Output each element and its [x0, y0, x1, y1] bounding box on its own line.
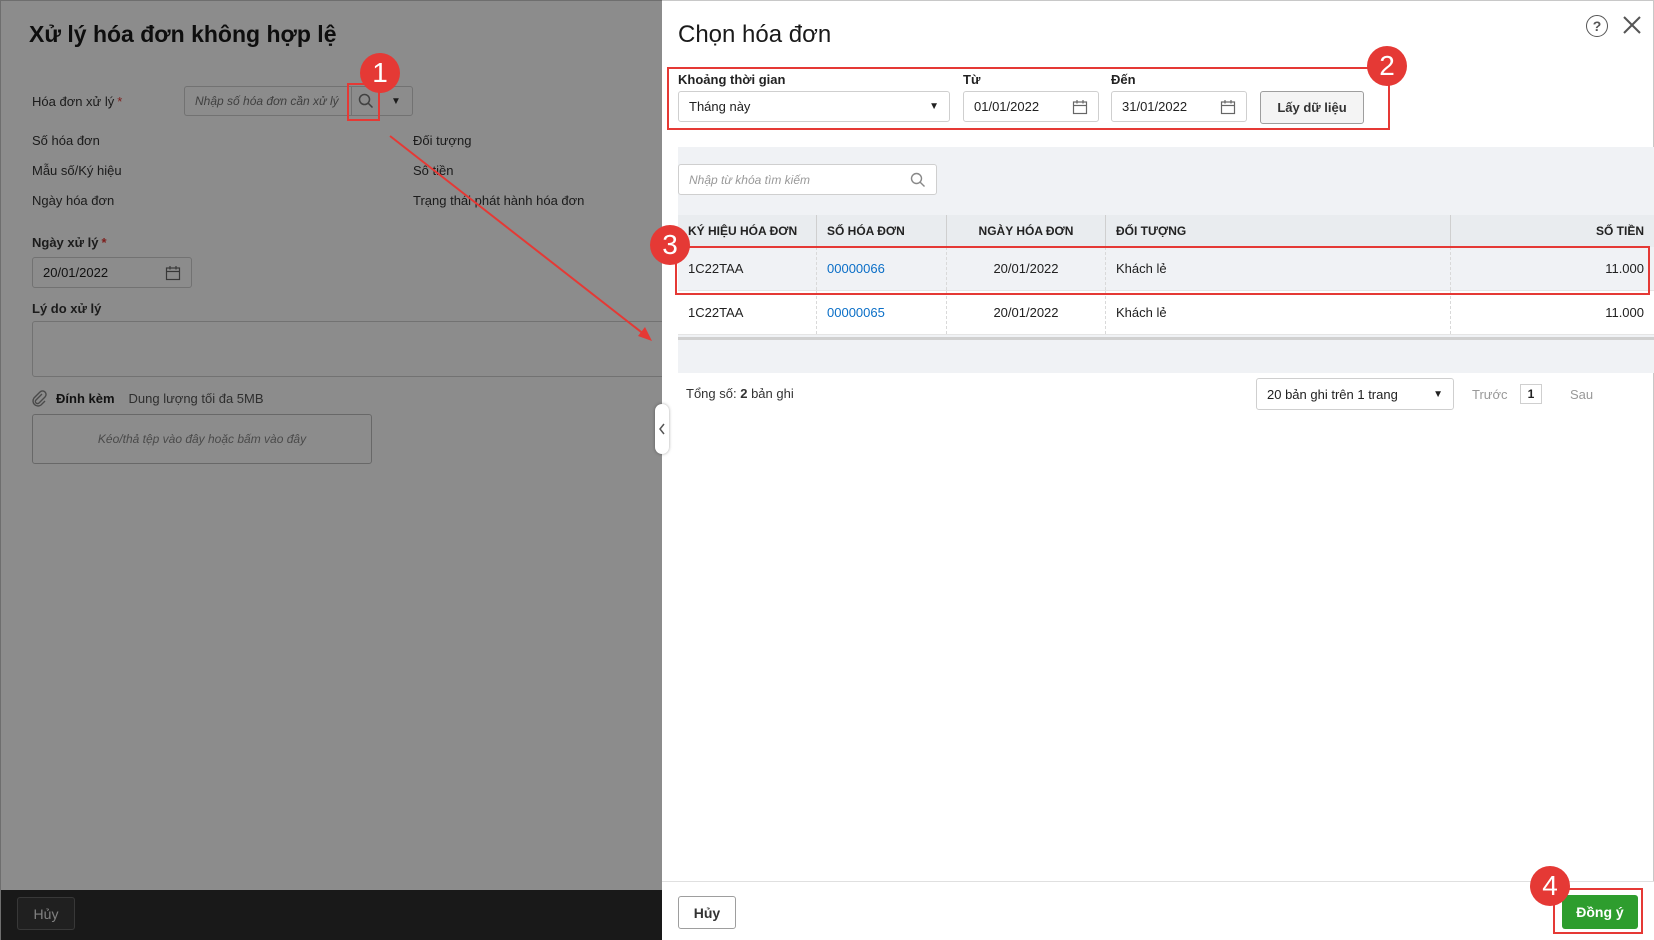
- total-records: Tổng số: 2 bản ghi: [686, 386, 794, 401]
- pager-next-button[interactable]: Sau: [1570, 387, 1593, 402]
- table-divider: [678, 337, 1654, 340]
- cell-symbol: 1C22TAA: [678, 291, 817, 334]
- table-row[interactable]: 1C22TAA 00000066 20/01/2022 Khách lẻ 11.…: [678, 247, 1654, 291]
- keyword-search-input[interactable]: Nhập từ khóa tìm kiếm: [678, 164, 937, 195]
- table-row[interactable]: 1C22TAA 00000065 20/01/2022 Khách lẻ 11.…: [678, 291, 1654, 335]
- column-header-symbol[interactable]: KÝ HIỆU HÓA ĐƠN: [678, 215, 817, 247]
- close-icon[interactable]: [1620, 13, 1644, 37]
- dialog-cancel-button[interactable]: Hủy: [678, 896, 736, 929]
- pager-current-page[interactable]: 1: [1520, 384, 1542, 404]
- dialog-footer: [662, 881, 1654, 940]
- to-label: Đến: [1111, 72, 1136, 87]
- period-label: Khoảng thời gian: [678, 72, 786, 87]
- fetch-data-button[interactable]: Lấy dữ liệu: [1260, 91, 1364, 124]
- dialog-ok-button[interactable]: Đồng ý: [1562, 895, 1638, 929]
- calendar-icon: [1072, 99, 1088, 114]
- search-icon: [910, 172, 925, 187]
- cell-customer: Khách lẻ: [1106, 291, 1451, 334]
- column-header-amount[interactable]: SỐ TIỀN: [1451, 215, 1654, 247]
- annotation-badge-2: 2: [1367, 46, 1407, 86]
- cell-invoice-number-link[interactable]: 00000066: [817, 247, 947, 290]
- modal-overlay[interactable]: [0, 0, 662, 940]
- from-date-field[interactable]: 01/01/2022: [963, 91, 1099, 122]
- to-date-field[interactable]: 31/01/2022: [1111, 91, 1247, 122]
- chevron-left-icon: [659, 423, 665, 435]
- help-icon[interactable]: ?: [1586, 15, 1608, 37]
- annotation-badge-4: 4: [1530, 866, 1570, 906]
- cell-amount: 11.000: [1605, 261, 1644, 276]
- column-header-number[interactable]: SỐ HÓA ĐƠN: [817, 215, 947, 247]
- select-invoice-dialog: Chọn hóa đơn ? Khoảng thời gian Tháng nà…: [662, 0, 1654, 940]
- collapse-panel-handle[interactable]: [655, 404, 669, 454]
- pager-prev-button[interactable]: Trước: [1472, 387, 1508, 402]
- cell-amount: 11.000: [1605, 305, 1644, 320]
- period-select[interactable]: Tháng này ▼: [678, 91, 950, 122]
- cell-symbol: 1C22TAA: [678, 247, 817, 290]
- page-size-select[interactable]: 20 bản ghi trên 1 trang ▼: [1256, 378, 1454, 410]
- cell-date: 20/01/2022: [947, 247, 1106, 290]
- caret-down-icon: ▼: [929, 101, 939, 112]
- from-label: Từ: [963, 72, 981, 87]
- cell-date: 20/01/2022: [947, 291, 1106, 334]
- annotation-badge-1: 1: [360, 53, 400, 93]
- cell-invoice-number-link[interactable]: 00000065: [817, 291, 947, 334]
- column-header-date[interactable]: NGÀY HÓA ĐƠN: [947, 215, 1106, 247]
- column-header-customer[interactable]: ĐỐI TƯỢNG: [1106, 215, 1451, 247]
- dialog-title: Chọn hóa đơn: [678, 21, 832, 48]
- annotation-badge-3: 3: [650, 225, 690, 265]
- caret-down-icon: ▼: [1433, 388, 1443, 400]
- calendar-icon: [1220, 99, 1236, 114]
- table-header: KÝ HIỆU HÓA ĐƠN SỐ HÓA ĐƠN NGÀY HÓA ĐƠN …: [678, 215, 1654, 247]
- invoice-table: KÝ HIỆU HÓA ĐƠN SỐ HÓA ĐƠN NGÀY HÓA ĐƠN …: [678, 215, 1654, 335]
- cell-customer: Khách lẻ: [1106, 247, 1451, 290]
